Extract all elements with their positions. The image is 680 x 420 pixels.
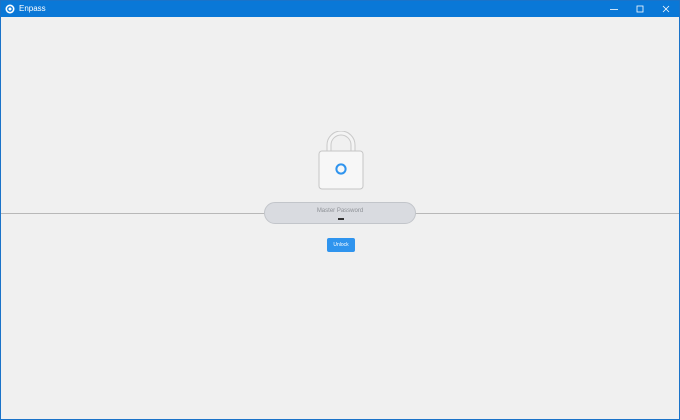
close-button[interactable]: [653, 1, 679, 17]
padlock-icon: [317, 130, 365, 191]
minimize-button[interactable]: [601, 1, 627, 17]
text-caret: [338, 218, 344, 220]
title-bar[interactable]: Enpass: [1, 1, 679, 17]
window-controls: [601, 1, 679, 17]
password-placeholder: Master Password: [316, 208, 364, 214]
close-icon: [662, 5, 670, 13]
master-password-input[interactable]: Master Password: [264, 202, 416, 224]
lock-screen: Master Password Unlock: [1, 17, 679, 419]
minimize-icon: [610, 9, 618, 10]
maximize-button[interactable]: [627, 1, 653, 17]
app-window: Enpass Master Password Unlock: [0, 0, 680, 420]
enpass-logo-icon: [5, 4, 15, 14]
unlock-button[interactable]: Unlock: [327, 238, 355, 252]
window-title: Enpass: [19, 4, 46, 13]
maximize-icon: [636, 5, 644, 13]
